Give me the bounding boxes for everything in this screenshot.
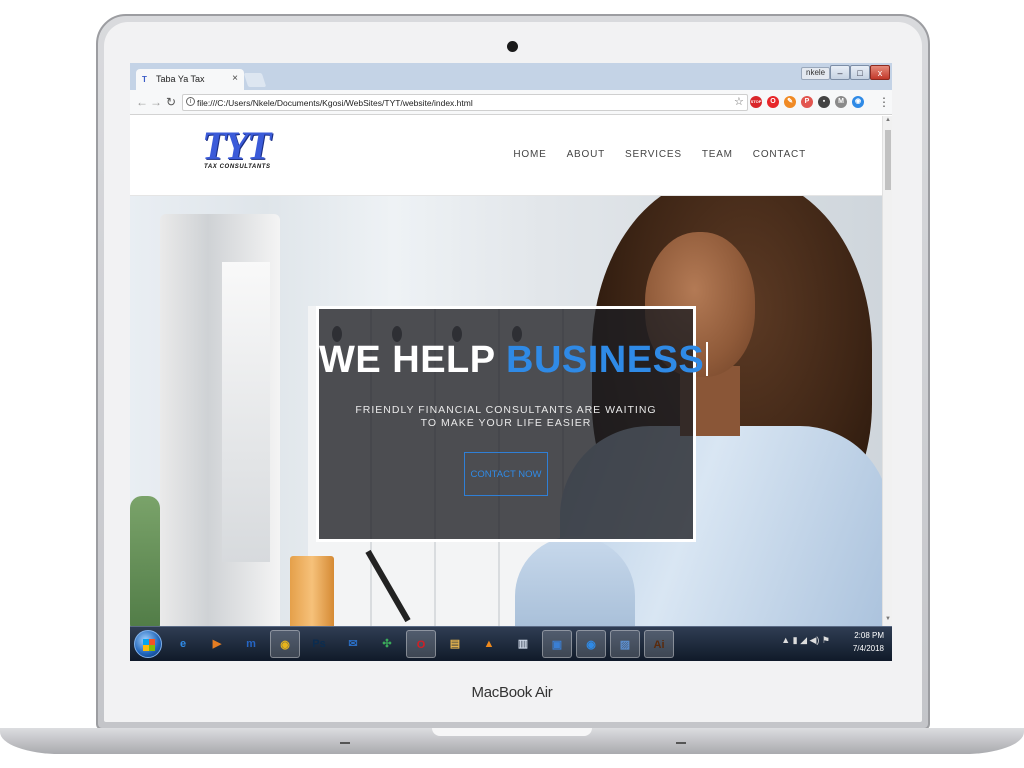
nav-home[interactable]: HOME: [513, 149, 546, 160]
thunderbird-icon[interactable]: ✉: [338, 630, 368, 658]
stop-icon[interactable]: STOP: [750, 96, 762, 108]
typing-cursor: [706, 342, 709, 376]
hero-photo-plant: [130, 496, 160, 626]
new-tab-button[interactable]: [243, 73, 267, 87]
screen: T Taba Ya Tax × nkele – □ x ← → ↻ i file…: [130, 63, 892, 661]
ie-icon[interactable]: e: [168, 630, 198, 658]
contact-now-button[interactable]: CONTACT NOW: [464, 452, 548, 496]
illustrator-icon[interactable]: Ai: [644, 630, 674, 658]
maxthon-icon[interactable]: m: [236, 630, 266, 658]
minimize-button[interactable]: –: [830, 65, 850, 80]
nav-team[interactable]: TEAM: [702, 149, 733, 160]
info-icon[interactable]: i: [186, 97, 195, 106]
back-arrow-icon[interactable]: ←: [136, 95, 148, 109]
hero-overlay-box: WE HELP BUSINESS FRIENDLY FINANCIAL CONS…: [316, 306, 709, 542]
site-logo[interactable]: TYT TAX CONSULTANTS: [202, 123, 302, 188]
notepad-icon[interactable]: ▥: [508, 630, 538, 658]
windows-taskbar: e ▶ m ◉ Ps ✉ ✣ O ▤ ▲ ▥ ▣ ◉ ▨ Ai ▲ ▮ ◢ ◀) ⚑ 2:08 PM 7/4…: [130, 626, 892, 661]
reload-icon[interactable]: ↻: [166, 95, 176, 109]
nav-about[interactable]: ABOUT: [567, 149, 605, 160]
chrome-taskbar-icon-2[interactable]: ◉: [576, 630, 606, 658]
browser-toolbar: ← → ↻ i file:///C:/Users/Nkele/Documents…: [130, 90, 892, 115]
hero-title-accent: BUSINESS: [506, 339, 705, 381]
photoshop-icon[interactable]: Ps: [304, 630, 334, 658]
menu-dots-icon[interactable]: ⋮: [878, 95, 890, 109]
browser-tab[interactable]: T Taba Ya Tax ×: [136, 69, 244, 90]
opera-taskbar-icon[interactable]: O: [406, 630, 436, 658]
start-button[interactable]: [134, 630, 162, 658]
forward-arrow-icon[interactable]: →: [150, 95, 162, 109]
windows-logo-icon: [143, 639, 155, 651]
nav-contact[interactable]: CONTACT: [753, 149, 806, 160]
browser-tabstrip: T Taba Ya Tax × nkele – □ x: [130, 63, 892, 90]
hero-photo-cup: [290, 556, 334, 626]
laptop-brand-label: MacBook Air: [471, 684, 553, 701]
laptop-foot: [676, 742, 686, 744]
logo-mark: TYT: [202, 123, 271, 168]
clock-time[interactable]: 2:08 PM: [854, 631, 884, 640]
scroll-thumb[interactable]: [885, 130, 891, 190]
web-page: TYT TAX CONSULTANTS HOME ABOUT SERVICES …: [130, 116, 882, 626]
page-scrollbar[interactable]: ▲ ▼: [882, 116, 892, 626]
tab-close-icon[interactable]: ×: [232, 73, 238, 84]
nav-services[interactable]: SERVICES: [625, 149, 682, 160]
profile-badge[interactable]: nkele: [801, 67, 831, 80]
vlc-icon[interactable]: ▲: [474, 630, 504, 658]
laptop-notch: [432, 728, 592, 736]
scroll-up-icon[interactable]: ▲: [885, 117, 891, 123]
image-viewer-icon[interactable]: ▨: [610, 630, 640, 658]
hero-title: WE HELP BUSINESS: [319, 339, 709, 382]
chrome-taskbar-icon[interactable]: ◉: [270, 630, 300, 658]
app-window-icon[interactable]: ▣: [542, 630, 572, 658]
clock-date[interactable]: 7/4/2018: [853, 644, 884, 653]
address-text: file:///C:/Users/Nkele/Documents/Kgosi/W…: [197, 98, 473, 108]
tab-title: Taba Ya Tax: [156, 74, 205, 84]
opera-icon[interactable]: O: [767, 96, 779, 108]
media-player-icon[interactable]: ▶: [202, 630, 232, 658]
bookmark-star-icon[interactable]: ☆: [734, 95, 744, 108]
chrome-icon[interactable]: ◉: [852, 96, 864, 108]
site-header: TYT TAX CONSULTANTS HOME ABOUT SERVICES …: [130, 116, 882, 196]
scroll-down-icon[interactable]: ▼: [885, 616, 891, 622]
gmail-icon[interactable]: M: [835, 96, 847, 108]
explorer-icon[interactable]: ▤: [440, 630, 470, 658]
bookmark-icon[interactable]: ▪: [818, 96, 830, 108]
pinterest-icon[interactable]: P: [801, 96, 813, 108]
maximize-button[interactable]: □: [850, 65, 870, 80]
site-nav: HOME ABOUT SERVICES TEAM CONTACT: [513, 149, 806, 160]
pencil-icon[interactable]: ✎: [784, 96, 796, 108]
logo-tagline: TAX CONSULTANTS: [204, 164, 271, 170]
hero-section: WE HELP BUSINESS FRIENDLY FINANCIAL CONS…: [130, 196, 882, 626]
hero-photo-monitor: [160, 214, 280, 626]
hero-subtitle: FRIENDLY FINANCIAL CONSULTANTS ARE WAITI…: [355, 404, 657, 429]
tab-favicon-icon: T: [142, 75, 147, 84]
address-bar[interactable]: i file:///C:/Users/Nkele/Documents/Kgosi…: [182, 94, 748, 111]
camera-dot: [507, 41, 518, 52]
xampp-icon[interactable]: ✣: [372, 630, 402, 658]
laptop-foot: [340, 742, 350, 744]
hero-title-plain: WE HELP: [319, 339, 506, 381]
window-close-button[interactable]: x: [870, 65, 890, 80]
system-tray-icons[interactable]: ▲ ▮ ◢ ◀) ⚑: [781, 635, 830, 646]
